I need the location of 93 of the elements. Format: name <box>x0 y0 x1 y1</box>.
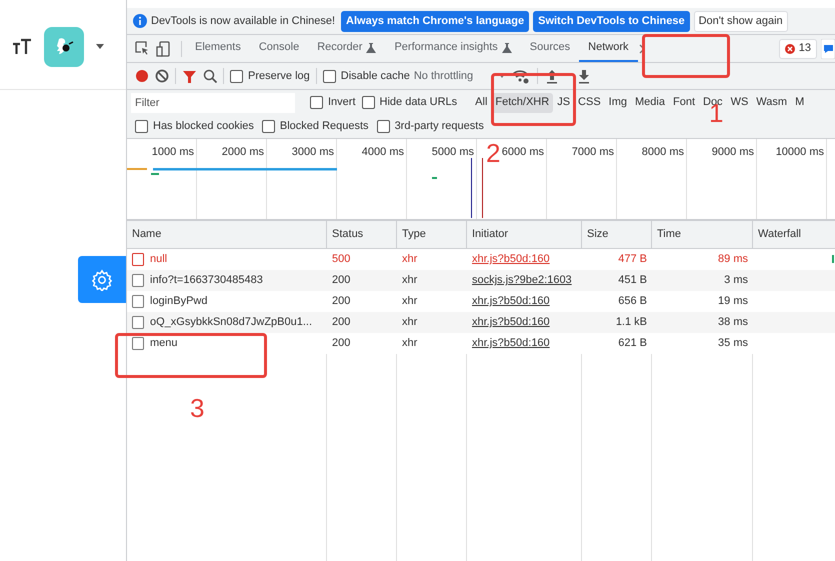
network-conditions-icon[interactable] <box>511 68 530 84</box>
column-header[interactable]: Time <box>657 226 682 243</box>
type-filter-button[interactable]: Media <box>631 92 669 112</box>
settings-button[interactable] <box>78 256 126 303</box>
table-cell-text: 89 ms <box>718 252 748 268</box>
gear-icon <box>91 268 113 290</box>
device-toolbar-icon[interactable] <box>156 40 171 56</box>
initiator-link[interactable]: xhr.js?b50d:160 <box>472 314 550 331</box>
table-cell-text: 1.1 kB <box>616 315 647 330</box>
column-header[interactable]: Status <box>332 226 364 243</box>
type-filter-button[interactable]: All <box>471 92 492 112</box>
type-filter-button[interactable]: Wasm <box>752 92 792 112</box>
table-cell[interactable]: loginByPwd <box>150 293 208 310</box>
annotation-number: 3 <box>190 395 204 421</box>
tab[interactable]: Console <box>250 35 308 62</box>
initiator-link[interactable]: xhr.js?b50d:160 <box>472 335 550 352</box>
table-cell-text: 200 <box>332 294 350 310</box>
filter-icon[interactable] <box>182 68 197 84</box>
checkbox[interactable] <box>322 70 336 82</box>
checkbox[interactable] <box>230 70 243 82</box>
checkbox-label[interactable]: Disable cache <box>340 68 410 84</box>
type-filter-button[interactable]: M <box>791 92 808 112</box>
table-cell-text: 3 ms <box>724 273 748 288</box>
download-icon[interactable] <box>578 68 590 84</box>
table-cell-text: 35 ms <box>718 336 748 352</box>
font-size-icon[interactable] <box>12 38 32 56</box>
type-filter-button[interactable]: CSS <box>574 92 605 112</box>
checkbox[interactable] <box>262 120 275 133</box>
initiator-link[interactable]: sockjs.js?9be2:1603 <box>472 272 572 289</box>
info-icon <box>133 14 147 28</box>
checkbox-label[interactable]: Blocked Requests <box>280 118 369 135</box>
type-filter-button[interactable]: WS <box>726 92 752 112</box>
table-cell[interactable]: oQ_xGsybkkSn08d7JwZpB0u1... <box>150 314 312 331</box>
tab[interactable]: Recorder <box>308 35 386 62</box>
upload-icon[interactable] <box>546 68 558 84</box>
column-header[interactable]: Size <box>587 226 608 243</box>
filter-field[interactable]: Filter <box>131 92 295 112</box>
checkbox[interactable] <box>362 96 375 109</box>
caret-icon[interactable] <box>96 44 104 49</box>
checkbox-label[interactable]: 3rd-party requests <box>394 118 484 135</box>
type-filter-button[interactable]: Font <box>668 92 699 112</box>
table-cell-text: 451 B <box>618 273 647 288</box>
table-cell[interactable]: info?t=1663730485483 <box>150 272 263 289</box>
table-cell[interactable]: null <box>150 251 168 268</box>
checkbox-label[interactable]: Has blocked cookies <box>153 118 254 135</box>
type-filter-button[interactable]: Fetch/XHR <box>491 92 554 112</box>
search-icon[interactable] <box>203 69 217 83</box>
table-cell[interactable]: menu <box>150 335 178 352</box>
table-cell-text: 200 <box>332 336 350 352</box>
table-cell-text: xhr <box>402 252 418 268</box>
messages-icon[interactable] <box>821 38 835 58</box>
tab[interactable]: Elements <box>186 35 250 62</box>
annotation-number: 2 <box>486 140 500 166</box>
table-cell-text: 500 <box>332 252 350 268</box>
table-cell-text: xhr <box>402 294 418 310</box>
error-icon <box>784 44 795 54</box>
caret-icon <box>499 74 506 78</box>
checkbox[interactable] <box>310 96 323 109</box>
table-cell-text: xhr <box>402 336 418 352</box>
table-cell-text: 38 ms <box>718 315 748 330</box>
checkbox-label[interactable]: Preserve log <box>248 68 310 84</box>
infobar-button[interactable]: Don't show again <box>694 10 788 32</box>
column-header[interactable]: Name <box>132 226 162 243</box>
table-cell-text: 200 <box>332 315 350 330</box>
throttling-dropdown[interactable]: No throttling <box>414 68 506 84</box>
column-header[interactable]: Waterfall <box>758 226 801 243</box>
infobar-message: DevTools is now available in Chinese! <box>151 14 336 29</box>
type-filter-button[interactable]: Img <box>604 92 632 112</box>
table-cell-text: xhr <box>402 273 418 288</box>
clear-icon[interactable] <box>155 69 169 83</box>
table-cell-text: 200 <box>332 273 350 288</box>
checkbox[interactable] <box>135 120 148 133</box>
initiator-link[interactable]: xhr.js?b50d:160 <box>472 293 550 310</box>
record-icon[interactable] <box>135 69 149 83</box>
table-cell-text: 621 B <box>618 336 647 352</box>
infobar-button[interactable]: Switch DevTools to Chinese <box>533 10 690 32</box>
table-cell-text: xhr <box>402 315 418 330</box>
error-count-button[interactable]: 13 <box>778 38 817 58</box>
table-cell-text: 19 ms <box>718 294 748 310</box>
type-filter-button[interactable]: JS <box>553 92 574 112</box>
initiator-link[interactable]: xhr.js?b50d:160 <box>472 251 550 268</box>
tab[interactable]: Sources <box>520 35 580 62</box>
checkbox-label[interactable]: Invert <box>328 94 356 111</box>
column-header[interactable]: Type <box>402 226 426 243</box>
app-logo[interactable] <box>44 26 84 66</box>
infobar-button[interactable]: Always match Chrome's language <box>341 10 530 32</box>
table-cell-text: 656 B <box>618 294 647 310</box>
inspect-icon[interactable] <box>135 41 150 56</box>
table-cell-text: 477 B <box>618 252 647 268</box>
checkbox-label[interactable]: Hide data URLs <box>380 94 458 111</box>
column-header[interactable]: Initiator <box>472 226 508 243</box>
tab[interactable]: Performance insights <box>385 35 521 62</box>
checkbox[interactable] <box>376 120 390 133</box>
